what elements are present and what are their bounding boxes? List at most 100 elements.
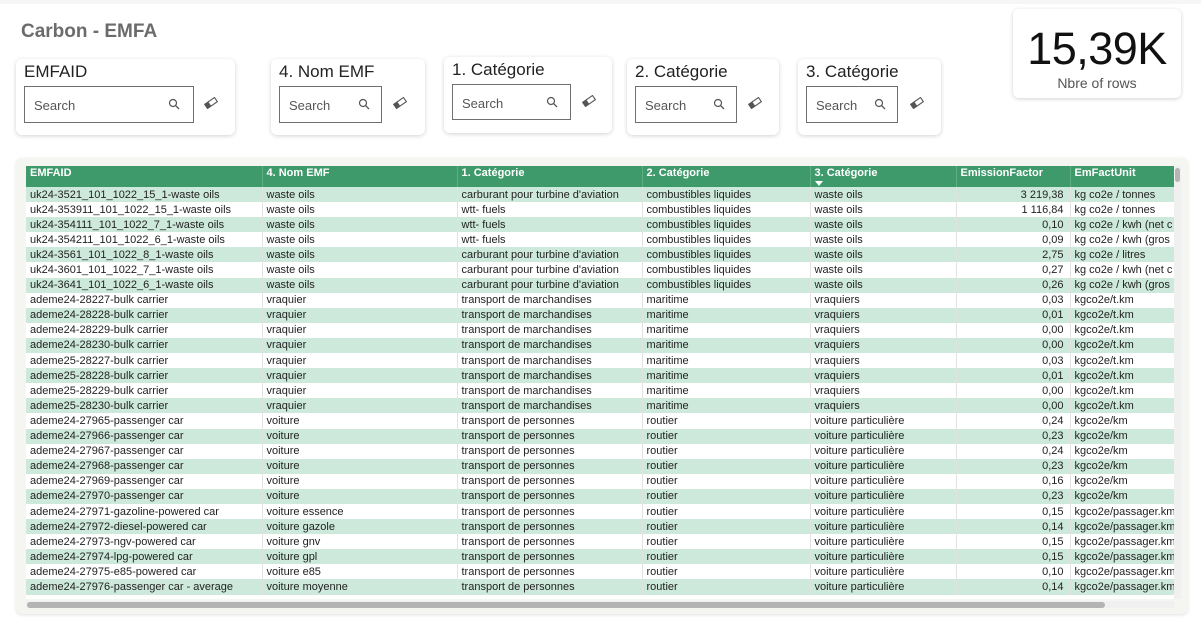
table-cell: waste oils bbox=[262, 217, 458, 233]
table-cell: voiture bbox=[262, 428, 458, 444]
search-input[interactable]: Search bbox=[452, 84, 571, 120]
column-header[interactable]: 4. Nom EMF bbox=[262, 166, 458, 187]
column-header[interactable]: EmFactUnit bbox=[1070, 166, 1176, 187]
table-cell: voiture particulière bbox=[810, 443, 957, 459]
table-row[interactable]: ademe24-28229-bulk carrier vraquier transp… bbox=[26, 322, 1176, 338]
table-cell: voiture bbox=[262, 413, 458, 429]
table-row[interactable]: uk24-354211_101_1022_6_1-waste oils waste… bbox=[26, 232, 1176, 248]
slicer-title: 4. Nom EMF bbox=[279, 62, 375, 81]
table-row[interactable]: ademe24-27972-diesel-powered car voiture … bbox=[26, 519, 1176, 535]
table-row[interactable]: ademe25-28230-bulk carrier vraquier transp… bbox=[26, 398, 1176, 414]
search-input[interactable]: Search bbox=[24, 86, 194, 123]
column-header[interactable]: 3. Catégorie bbox=[810, 166, 957, 187]
table-row[interactable]: ademe24-27968-passenger car voiture transp… bbox=[26, 458, 1176, 474]
table-cell: maritime bbox=[642, 383, 811, 399]
table-row[interactable]: ademe25-28228-bulk carrier vraquier transp… bbox=[26, 368, 1176, 384]
table-row[interactable]: ademe24-27969-passenger car voiture transp… bbox=[26, 473, 1176, 489]
search-icon[interactable] bbox=[874, 98, 886, 110]
table-row[interactable]: ademe25-28229-bulk carrier vraquier transp… bbox=[26, 383, 1176, 399]
table-row[interactable]: ademe24-27971-gazoline-powered car voitur… bbox=[26, 503, 1176, 520]
table-row[interactable]: uk24-3601_101_1022_7_1-waste oils waste o… bbox=[26, 262, 1176, 278]
table-row[interactable]: uk24-3521_101_1022_15_1-waste oils waste … bbox=[26, 187, 1176, 203]
column-header[interactable]: EmissionFactor bbox=[956, 166, 1071, 187]
table-cell: voiture particulière bbox=[810, 519, 957, 535]
table-cell: transport de personnes bbox=[457, 534, 643, 550]
eraser-icon[interactable] bbox=[910, 97, 924, 109]
table-cell: transport de personnes bbox=[457, 413, 643, 429]
vertical-scroll-thumb[interactable] bbox=[1175, 168, 1180, 182]
table-row[interactable]: ademe24-27976-passenger car - average voi… bbox=[26, 579, 1176, 595]
table-cell: voiture e85 bbox=[262, 564, 458, 580]
table-cell: carburant pour turbine d'aviation bbox=[457, 247, 643, 263]
table-cell: kg co2e / kwh (gros bbox=[1070, 277, 1176, 293]
column-header[interactable]: 2. Catégorie bbox=[642, 166, 811, 187]
eraser-icon[interactable] bbox=[582, 95, 596, 107]
table-cell: wtt- fuels bbox=[457, 232, 643, 248]
table-row[interactable]: ademe24-28228-bulk carrier vraquier transp… bbox=[26, 307, 1176, 323]
search-icon[interactable] bbox=[713, 98, 725, 110]
table-cell: transport de personnes bbox=[457, 549, 643, 565]
table-cell: kgco2e/km bbox=[1070, 443, 1176, 459]
vertical-scrollbar[interactable] bbox=[1174, 166, 1181, 599]
table-row[interactable]: ademe24-27975-e85-powered car voiture e85… bbox=[26, 564, 1176, 580]
table-row[interactable]: ademe24-27973-ngv-powered car voiture gnv… bbox=[26, 534, 1176, 550]
search-input[interactable]: Search bbox=[635, 86, 737, 123]
table-cell: routier bbox=[642, 519, 811, 535]
horizontal-scrollbar[interactable] bbox=[26, 601, 1174, 608]
table-row[interactable]: ademe24-27974-lpg-powered car voiture gpl… bbox=[26, 549, 1176, 565]
slicer-emfaid: EMFAID Search bbox=[16, 59, 235, 135]
table-cell: ademe24-27971-gazoline-powered car bbox=[26, 503, 263, 520]
table-cell: 0,09 bbox=[956, 232, 1071, 248]
table-cell: transport de marchandises bbox=[457, 398, 643, 414]
table-row[interactable]: uk24-353911_101_1022_15_1-waste oils wast… bbox=[26, 202, 1176, 218]
column-header[interactable]: EMFAID bbox=[26, 166, 263, 187]
table-cell: kgco2e/passager.km bbox=[1070, 534, 1176, 550]
search-icon[interactable] bbox=[168, 98, 180, 110]
top-divider bbox=[0, 0, 1201, 4]
table-row[interactable]: ademe24-28230-bulk carrier vraquier transp… bbox=[26, 337, 1176, 354]
table-row[interactable]: uk24-3641_101_1022_6_1-waste oils waste o… bbox=[26, 277, 1176, 293]
table-cell: transport de marchandises bbox=[457, 368, 643, 384]
table-row[interactable]: ademe24-27965-passenger car voiture transp… bbox=[26, 413, 1176, 429]
table-cell: uk24-3641_101_1022_6_1-waste oils bbox=[26, 277, 263, 293]
report-page: Carbon - EMFA EMFAID Search 4. Nom EMF S… bbox=[0, 0, 1201, 621]
table-row[interactable]: ademe24-28227-bulk carrier vraquier transp… bbox=[26, 292, 1176, 308]
table-row[interactable]: uk24-354111_101_1022_7_1-waste oils waste… bbox=[26, 217, 1176, 233]
horizontal-scroll-thumb[interactable] bbox=[27, 602, 1105, 608]
table-cell: 0,15 bbox=[956, 534, 1071, 550]
table-row[interactable]: ademe24-27966-passenger car voiture transp… bbox=[26, 428, 1176, 444]
table-cell: ademe24-27972-diesel-powered car bbox=[26, 519, 263, 535]
table-row[interactable]: ademe24-27970-passenger car voiture transp… bbox=[26, 488, 1176, 504]
table-cell: voiture particulière bbox=[810, 458, 957, 474]
table-cell: 1 116,84 bbox=[956, 202, 1071, 218]
eraser-icon[interactable] bbox=[204, 97, 218, 109]
search-input[interactable]: Search bbox=[806, 86, 898, 123]
column-header[interactable]: 1. Catégorie bbox=[457, 166, 643, 187]
eraser-icon[interactable] bbox=[393, 97, 407, 109]
table-cell: waste oils bbox=[810, 202, 957, 218]
eraser-icon[interactable] bbox=[748, 97, 762, 109]
table-cell: voiture bbox=[262, 443, 458, 459]
table-cell: kgco2e/t.km bbox=[1070, 337, 1176, 354]
table-cell: combustibles liquides bbox=[642, 217, 811, 233]
table-cell: ademe25-28227-bulk carrier bbox=[26, 353, 263, 369]
table-cell: transport de personnes bbox=[457, 458, 643, 474]
table-cell: 0,23 bbox=[956, 488, 1071, 504]
table-cell: ademe24-27975-e85-powered car bbox=[26, 564, 263, 580]
table-cell: transport de marchandises bbox=[457, 353, 643, 369]
table-cell: maritime bbox=[642, 368, 811, 384]
table-cell: voiture particulière bbox=[810, 579, 957, 595]
table-row[interactable]: ademe25-28227-bulk carrier vraquier transp… bbox=[26, 353, 1176, 369]
search-input[interactable]: Search bbox=[279, 86, 382, 123]
search-icon[interactable] bbox=[358, 98, 370, 110]
sort-descending-icon[interactable] bbox=[814, 181, 823, 186]
search-icon[interactable] bbox=[546, 96, 558, 108]
table-cell: 0,01 bbox=[956, 368, 1071, 384]
table-cell: vraquiers bbox=[810, 337, 957, 354]
table-cell: combustibles liquides bbox=[642, 247, 811, 263]
table-cell: 0,00 bbox=[956, 398, 1071, 414]
table-row[interactable]: ademe24-27967-passenger car voiture transp… bbox=[26, 443, 1176, 459]
table-row[interactable]: uk24-3561_101_1022_8_1-waste oils waste o… bbox=[26, 247, 1176, 263]
table-cell: maritime bbox=[642, 398, 811, 414]
table-cell: voiture particulière bbox=[810, 564, 957, 580]
